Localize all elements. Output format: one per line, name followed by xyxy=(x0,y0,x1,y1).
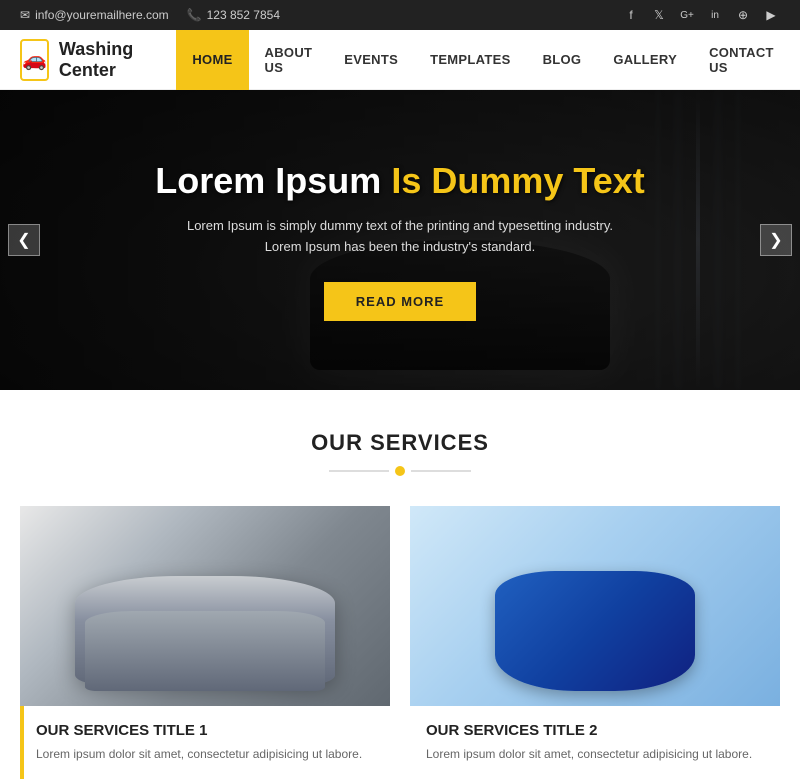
service-card-1-title: OUR SERVICES TITLE 1 xyxy=(36,722,374,739)
hero-subtitle-line1: Lorem Ipsum is simply dummy text of the … xyxy=(187,218,613,233)
service-card-2-body: OUR SERVICES TITLE 2 Lorem ipsum dolor s… xyxy=(410,706,780,779)
site-logo: 🚗 Washing Center xyxy=(20,39,146,81)
email-icon: ✉ xyxy=(20,8,30,22)
logo-text: Washing Center xyxy=(59,39,146,81)
nav-about[interactable]: ABOUT US xyxy=(249,30,329,90)
service-card-2-image xyxy=(410,506,780,706)
nav-templates[interactable]: TEMPLATES xyxy=(414,30,526,90)
phone-icon: 📞 xyxy=(187,8,202,22)
nav-gallery[interactable]: GALLERY xyxy=(597,30,693,90)
email-text: info@youremailhere.com xyxy=(35,8,169,22)
email-info: ✉ info@youremailhere.com xyxy=(20,8,169,22)
divider-dot xyxy=(395,466,405,476)
hero-section: ❮ Lorem Ipsum Is Dummy Text Lorem Ipsum … xyxy=(0,90,800,390)
main-nav: HOME ABOUT US EVENTS TEMPLATES BLOG GALL… xyxy=(176,30,789,90)
phone-text: 123 852 7854 xyxy=(207,8,280,22)
youtube-link[interactable]: ▶ xyxy=(762,6,780,24)
top-bar: ✉ info@youremailhere.com 📞 123 852 7854 … xyxy=(0,0,800,30)
logo-icon: 🚗 xyxy=(20,39,49,81)
services-section: OUR SERVICES OUR SERVICES TITLE 1 Lorem … xyxy=(0,390,800,779)
contact-info: ✉ info@youremailhere.com 📞 123 852 7854 xyxy=(20,8,280,22)
car1-graphic xyxy=(20,506,390,706)
rss-link[interactable]: ⊕ xyxy=(734,6,752,24)
hero-cta-button[interactable]: READ MORE xyxy=(324,282,476,321)
section-header: OUR SERVICES xyxy=(20,430,780,476)
hero-title-white: Lorem Ipsum xyxy=(155,160,381,201)
twitter-link[interactable]: 𝕏 xyxy=(650,6,668,24)
section-title: OUR SERVICES xyxy=(20,430,780,456)
linkedin-link[interactable]: in xyxy=(706,6,724,24)
hero-prev-arrow[interactable]: ❮ xyxy=(8,224,40,256)
site-header: 🚗 Washing Center HOME ABOUT US EVENTS TE… xyxy=(0,30,800,90)
hero-subtitle-line2: Lorem Ipsum has been the industry's stan… xyxy=(265,239,536,254)
phone-info: 📞 123 852 7854 xyxy=(187,8,280,22)
service-card-1-image xyxy=(20,506,390,706)
nav-blog[interactable]: BLOG xyxy=(527,30,598,90)
hero-next-arrow[interactable]: ❯ xyxy=(760,224,792,256)
hero-content: Lorem Ipsum Is Dummy Text Lorem Ipsum is… xyxy=(115,159,684,321)
hero-title: Lorem Ipsum Is Dummy Text xyxy=(155,159,644,202)
car2-graphic xyxy=(410,506,780,706)
service-card-1: OUR SERVICES TITLE 1 Lorem ipsum dolor s… xyxy=(20,506,390,779)
services-grid: OUR SERVICES TITLE 1 Lorem ipsum dolor s… xyxy=(20,506,780,779)
section-divider xyxy=(20,466,780,476)
service-card-1-text: Lorem ipsum dolor sit amet, consectetur … xyxy=(36,745,374,763)
google-plus-link[interactable]: G+ xyxy=(678,6,696,24)
nav-home[interactable]: HOME xyxy=(176,30,248,90)
service-card-2: OUR SERVICES TITLE 2 Lorem ipsum dolor s… xyxy=(410,506,780,779)
nav-events[interactable]: EVENTS xyxy=(328,30,414,90)
service-card-2-text: Lorem ipsum dolor sit amet, consectetur … xyxy=(426,745,764,763)
service-card-2-title: OUR SERVICES TITLE 2 xyxy=(426,722,764,739)
nav-contact[interactable]: CONTACT US xyxy=(693,30,790,90)
service-card-1-body: OUR SERVICES TITLE 1 Lorem ipsum dolor s… xyxy=(20,706,390,779)
hero-title-yellow: Is Dummy Text xyxy=(391,160,644,201)
facebook-link[interactable]: f xyxy=(622,6,640,24)
social-links: f 𝕏 G+ in ⊕ ▶ xyxy=(622,6,780,24)
hero-subtitle: Lorem Ipsum is simply dummy text of the … xyxy=(155,216,644,258)
